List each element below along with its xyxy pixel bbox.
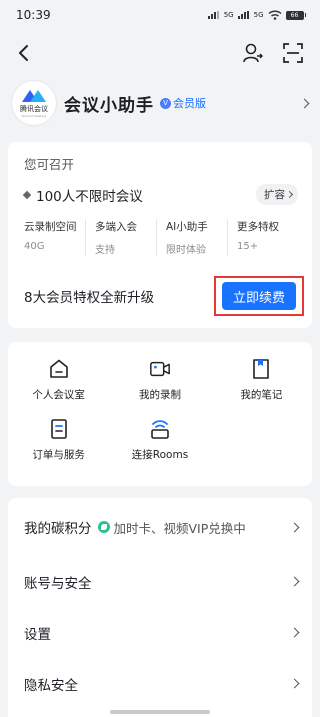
quick-action-personal-room[interactable]: 个人会议室 <box>8 358 109 402</box>
avatar[interactable]: 腾讯会议 Tencent Meeting <box>12 81 56 125</box>
menu-label: 隐私安全 <box>24 677 78 694</box>
scan-icon[interactable] <box>282 42 304 64</box>
vip-label: 会员版 <box>173 97 206 110</box>
renew-highlight: 立即续费 <box>214 276 304 316</box>
network-type-b: 5G <box>253 11 264 19</box>
profile-row[interactable]: 腾讯会议 Tencent Meeting 会议小助手 V 会员版 <box>0 78 320 128</box>
quick-action-recordings[interactable]: 我的录制 <box>109 358 210 402</box>
quick-action-label: 个人会议室 <box>32 389 85 401</box>
meeting-capacity-card: 您可召开 100人不限时会议 扩容 云录制空间 40G 多端入会 支持 AI小助… <box>8 142 312 328</box>
switch-account-icon[interactable] <box>242 42 264 64</box>
feature-name: 多端入会 <box>95 221 137 233</box>
tencent-meeting-logo-icon <box>22 89 46 102</box>
leaf-icon <box>97 521 110 533</box>
feature-value: 支持 <box>95 245 115 256</box>
menu-label: 设置 <box>24 626 51 643</box>
profile-name: 会议小助手 <box>64 95 154 116</box>
feature-list: 云录制空间 40G 多端入会 支持 AI小助手 限时体验 更多特权 15+ <box>24 219 298 256</box>
chevron-right-icon[interactable] <box>299 98 310 108</box>
vip-badge[interactable]: V 会员版 <box>160 95 206 111</box>
chevron-right-icon <box>289 678 300 689</box>
battery-level: 66 <box>285 10 304 20</box>
quick-action-notes[interactable]: 我的笔记 <box>211 358 312 402</box>
chevron-right-icon <box>289 627 300 638</box>
menu-label: 我的碳积分 <box>24 521 92 537</box>
battery-icon: 66 <box>285 10 306 20</box>
expand-button[interactable]: 扩容 <box>256 184 298 205</box>
avatar-subtitle: Tencent Meeting <box>21 113 47 118</box>
network-type-a: 5G <box>223 11 234 19</box>
menu-item-account-security[interactable]: 账号与安全 <box>24 556 300 607</box>
quick-actions-grid: 个人会议室 我的录制 我的笔记 订单与服务 连接Rooms <box>8 358 312 462</box>
quick-action-orders[interactable]: 订单与服务 <box>8 418 109 462</box>
wifi-icon <box>268 10 281 20</box>
vip-icon: V <box>160 97 171 109</box>
chevron-right-icon <box>285 190 294 199</box>
menu-item-carbon-points[interactable]: 我的碳积分 加时卡、视频VIP兑换中 <box>24 498 300 556</box>
feature-value: 15+ <box>237 241 259 252</box>
chevron-right-icon <box>289 576 300 587</box>
signal-icon <box>207 11 220 19</box>
diamond-icon <box>22 190 32 199</box>
feature-name: AI小助手 <box>166 221 208 233</box>
plan-label: 100人不限时会议 <box>36 188 143 205</box>
home-indicator[interactable] <box>110 710 210 714</box>
menu-item-settings[interactable]: 设置 <box>24 607 300 658</box>
quick-action-label: 我的笔记 <box>240 389 283 401</box>
order-icon <box>48 418 70 440</box>
menu-item-privacy[interactable]: 隐私安全 <box>24 658 300 709</box>
quick-action-rooms[interactable]: 连接Rooms <box>109 418 210 462</box>
upgrade-row: 8大会员特权全新升级 立即续费 <box>24 276 304 316</box>
home-icon <box>48 358 70 380</box>
nav-bar <box>0 30 320 76</box>
menu-label: 账号与安全 <box>24 575 92 592</box>
quick-actions-card: 个人会议室 我的录制 我的笔记 订单与服务 连接Rooms <box>8 342 312 486</box>
feature-item[interactable]: 多端入会 支持 <box>86 219 157 256</box>
video-camera-icon <box>149 358 171 380</box>
feature-value: 限时体验 <box>166 245 206 256</box>
expand-label: 扩容 <box>264 189 285 201</box>
quick-action-label: 订单与服务 <box>32 449 85 461</box>
renew-button[interactable]: 立即续费 <box>222 282 296 310</box>
avatar-title: 腾讯会议 <box>20 104 48 113</box>
feature-item[interactable]: 更多特权 15+ <box>228 219 298 256</box>
carbon-promo-text: 加时卡、视频VIP兑换中 <box>113 520 246 536</box>
quick-action-label: 连接Rooms <box>131 449 189 461</box>
carbon-promo-tag: 加时卡、视频VIP兑换中 <box>97 518 246 537</box>
plan-row: 100人不限时会议 扩容 <box>22 184 298 205</box>
status-bar: 10:39 5G 5G 66 <box>0 0 320 30</box>
rooms-icon <box>149 418 171 440</box>
plan-name: 100人不限时会议 <box>22 185 143 205</box>
signal-icon <box>237 11 250 19</box>
card-title: 您可召开 <box>24 157 75 172</box>
feature-item[interactable]: 云录制空间 40G <box>24 219 86 256</box>
feature-name: 云录制空间 <box>24 221 77 233</box>
upgrade-text: 8大会员特权全新升级 <box>24 290 155 306</box>
status-time: 10:39 <box>16 8 51 22</box>
note-icon <box>250 358 272 380</box>
feature-name: 更多特权 <box>237 221 279 233</box>
feature-value: 40G <box>24 241 45 252</box>
quick-action-label: 我的录制 <box>138 389 181 401</box>
feature-item[interactable]: AI小助手 限时体验 <box>157 219 228 256</box>
status-icons: 5G 5G 66 <box>207 10 306 20</box>
settings-menu: 我的碳积分 加时卡、视频VIP兑换中 账号与安全 设置 隐私安全 <box>8 498 312 717</box>
chevron-right-icon <box>289 522 300 532</box>
back-icon[interactable] <box>12 42 34 64</box>
